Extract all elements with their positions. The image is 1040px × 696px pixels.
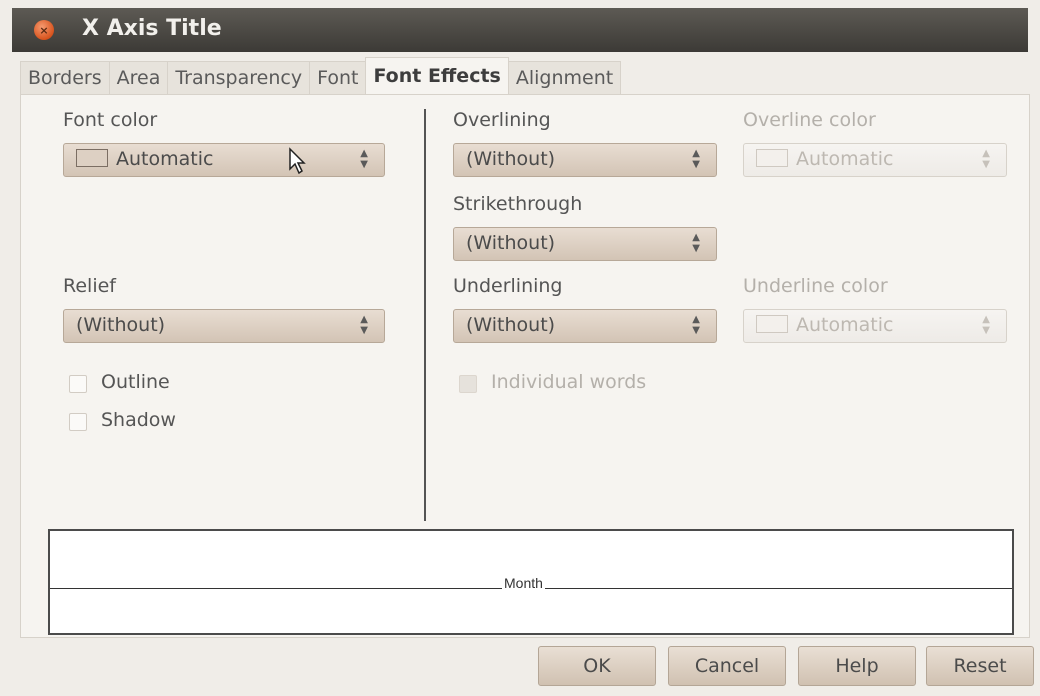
color-swatch-icon: [756, 315, 788, 333]
tab-transparency[interactable]: Transparency: [167, 61, 311, 94]
relief-value: (Without): [76, 314, 166, 336]
help-button[interactable]: Help: [798, 646, 916, 686]
strikethrough-select[interactable]: (Without) ▲ ▼: [453, 227, 717, 261]
underlining-select[interactable]: (Without) ▲ ▼: [453, 309, 717, 343]
tab-font[interactable]: Font: [309, 61, 367, 94]
underline-color-label: Underline color: [743, 275, 888, 297]
individual-words-label: Individual words: [491, 371, 647, 393]
overline-color-value: Automatic: [796, 148, 894, 170]
overline-color-label: Overline color: [743, 109, 876, 131]
underline-color-select: Automatic ▲ ▼: [743, 309, 1007, 343]
spin-arrows-icon: ▲ ▼: [360, 314, 368, 336]
ok-button[interactable]: OK: [538, 646, 656, 686]
shadow-label: Shadow: [101, 409, 176, 431]
cancel-button[interactable]: Cancel: [668, 646, 786, 686]
tab-bar: Borders Area Transparency Font Font Effe…: [20, 57, 710, 94]
window-title: X Axis Title: [82, 16, 222, 41]
tab-font-effects[interactable]: Font Effects: [365, 57, 509, 94]
spin-arrows-icon: ▲ ▼: [692, 148, 700, 170]
underline-color-value: Automatic: [796, 314, 894, 336]
relief-select[interactable]: (Without) ▲ ▼: [63, 309, 385, 343]
tab-borders[interactable]: Borders: [20, 61, 110, 94]
reset-button[interactable]: Reset: [926, 646, 1034, 686]
preview-text: Month: [502, 575, 545, 591]
font-color-value: Automatic: [116, 148, 214, 170]
title-bar: × X Axis Title: [12, 8, 1028, 52]
outline-label: Outline: [101, 371, 170, 393]
spin-arrows-icon: ▲ ▼: [692, 314, 700, 336]
font-color-label: Font color: [63, 109, 158, 131]
underlining-value: (Without): [466, 314, 556, 336]
overline-color-select: Automatic ▲ ▼: [743, 143, 1007, 177]
tab-alignment[interactable]: Alignment: [507, 61, 622, 94]
font-color-select[interactable]: Automatic ▲ ▼: [63, 143, 385, 177]
overlining-value: (Without): [466, 148, 556, 170]
font-effects-panel: Font color Automatic ▲ ▼ Relief (Without)…: [20, 94, 1030, 638]
mouse-pointer-icon: [289, 147, 306, 175]
spin-arrows-icon: ▲ ▼: [982, 148, 990, 170]
spin-arrows-icon: ▲ ▼: [982, 314, 990, 336]
spin-arrows-icon: ▲ ▼: [692, 232, 700, 254]
color-swatch-icon: [76, 149, 108, 167]
close-icon[interactable]: ×: [34, 20, 54, 40]
strikethrough-value: (Without): [466, 232, 556, 254]
font-preview: Month: [48, 529, 1014, 635]
overlining-label: Overlining: [453, 109, 551, 131]
underlining-label: Underlining: [453, 275, 563, 297]
outline-checkbox[interactable]: [69, 375, 87, 393]
column-divider: [424, 109, 426, 521]
tab-area[interactable]: Area: [108, 61, 169, 94]
dialog-window: × X Axis Title Borders Area Transparency…: [0, 0, 1040, 696]
relief-label: Relief: [63, 275, 116, 297]
spin-arrows-icon: ▲ ▼: [360, 148, 368, 170]
strikethrough-label: Strikethrough: [453, 193, 583, 215]
shadow-checkbox[interactable]: [69, 413, 87, 431]
overlining-select[interactable]: (Without) ▲ ▼: [453, 143, 717, 177]
individual-words-checkbox: [459, 375, 477, 393]
color-swatch-icon: [756, 149, 788, 167]
